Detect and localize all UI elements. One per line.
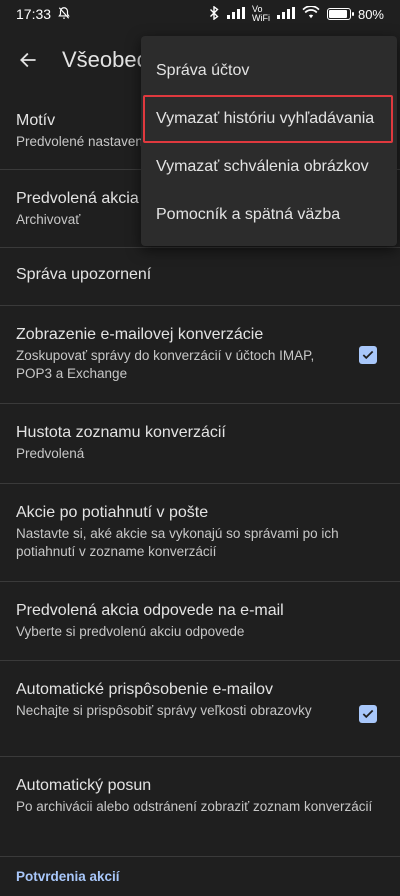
wifi-icon [302,5,320,22]
setting-subtitle: Predvolená [16,446,85,461]
section-header-action-confirmations: Potvrdenia akcií [16,869,120,884]
setting-auto-advance[interactable]: Automatický posun Po archivácii alebo od… [0,757,400,857]
setting-default-reply-action[interactable]: Predvolená akcia odpovede na e-mail Vybe… [0,582,400,661]
auto-fit-checkbox[interactable] [359,705,377,723]
setting-title: Automatické prispôsobenie e-mailov [16,681,274,698]
setting-conversation-view[interactable]: Zobrazenie e-mailovej konverzácie Zoskup… [0,306,400,404]
status-bar: 17:33 Vo WiFi 80% [0,0,400,28]
setting-title: Zobrazenie e-mailovej konverzácie [16,326,264,343]
menu-item-clear-search-history[interactable]: Vymazať históriu vyhľadávania [141,95,397,143]
setting-title: Hustota zoznamu konverzácií [16,424,226,441]
check-icon [362,709,374,719]
battery-icon [326,8,354,20]
menu-item-clear-picture-approvals[interactable]: Vymazať schválenia obrázkov [141,143,397,191]
setting-subtitle: Vyberte si predvolenú akciu odpovede [16,624,245,639]
setting-title: Predvolená akcia odpovede na e-mail [16,602,284,619]
conversation-view-checkbox[interactable] [359,346,377,364]
menu-item-help-feedback[interactable]: Pomocník a spätná väzba [141,191,397,239]
bluetooth-icon [208,4,220,23]
setting-list-density[interactable]: Hustota zoznamu konverzácií Predvolená [0,404,400,484]
setting-title: Automatický posun [16,777,152,794]
clock: 17:33 [16,6,52,22]
setting-title: Správa upozornení [16,266,152,283]
signal-icon [226,6,245,22]
setting-auto-fit-messages[interactable]: Automatické prispôsobenie e-mailov Necha… [0,661,400,757]
setting-subtitle: Nechajte si prispôsobiť správy veľkosti … [16,703,312,718]
menu-item-manage-accounts[interactable]: Správa účtov [141,47,397,95]
setting-swipe-actions[interactable]: Akcie po potiahnutí v pošte Nastavte si,… [0,484,400,582]
check-icon [362,350,374,360]
setting-subtitle: Zoskupovať správy do konverzácií v účtoc… [16,348,315,381]
overflow-menu: Správa účtov Vymazať históriu vyhľadávan… [141,36,397,246]
vowifi-label: Vo WiFi [251,4,270,23]
setting-subtitle: Po archivácii alebo odstránení zobraziť … [16,799,373,814]
signal-icon-2 [276,6,295,22]
setting-manage-notifications[interactable]: Správa upozornení [0,248,400,306]
muted-bell-icon [57,6,71,23]
back-arrow-icon[interactable] [16,48,40,72]
battery-percent: 80% [357,6,384,22]
setting-subtitle: Nastavte si, aké akcie sa vykonajú so sp… [16,526,339,559]
setting-title: Akcie po potiahnutí v pošte [16,504,209,521]
